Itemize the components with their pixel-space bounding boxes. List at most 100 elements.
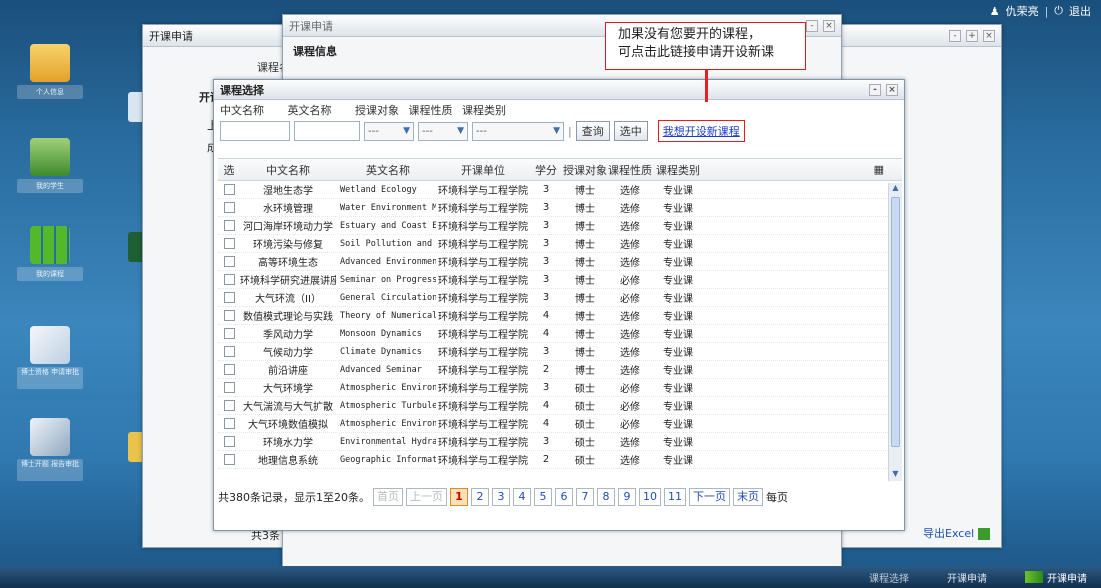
close-button[interactable]: × [983, 29, 995, 42]
row-checkbox[interactable] [218, 219, 240, 232]
cell-category: 专业课 [663, 384, 693, 395]
page-number-button[interactable]: 1 [450, 488, 468, 506]
row-checkbox[interactable] [218, 453, 240, 466]
table-row[interactable]: 水环境管理 Water Environment Ma 环境科学与工程学院 3 博士 选修 专… [218, 199, 902, 217]
table-row[interactable]: 气候动力学 Climate Dynamics 环境科学与工程学院 3 博士 选修 专业课 [218, 343, 902, 361]
apply-new-course-link[interactable]: 我想开设新课程 [657, 120, 745, 142]
taskbar: 课程选择 开课申请 开课申请 [0, 566, 1101, 588]
cell-audience: 博士 [575, 186, 595, 197]
close-button[interactable]: × [886, 83, 898, 96]
page-number-button[interactable]: 11 [664, 488, 686, 506]
row-checkbox[interactable] [218, 363, 240, 376]
cell-department: 环境科学与工程学院 [438, 402, 528, 413]
table-row[interactable]: 河口海岸环境动力学 Estuary and Coast En 环境科学与工程学院 3 博… [218, 217, 902, 235]
cell-department: 环境科学与工程学院 [438, 276, 528, 287]
table-row[interactable]: 大气环境学 Atmospheric Environm 环境科学与工程学院 3 硕士 必修 专… [218, 379, 902, 397]
col-header[interactable]: 中文名称 [240, 162, 336, 178]
page-number-button[interactable]: 2 [471, 488, 489, 506]
table-row[interactable]: 前沿讲座 Advanced Seminar 环境科学与工程学院 2 博士 选修 专业课 [218, 361, 902, 379]
page-number-button[interactable]: 5 [534, 488, 552, 506]
category-select[interactable]: --- ▼ [472, 121, 564, 141]
query-button[interactable]: 查询 [575, 121, 610, 141]
minimize-button[interactable]: - [949, 29, 961, 42]
desktop-icon-proposal-approval[interactable]: 博士开题 报告审批 [8, 418, 92, 481]
scroll-down-icon[interactable]: ▼ [889, 469, 902, 481]
table-row[interactable]: 季风动力学 Monsoon Dynamics 环境科学与工程学院 4 博士 选修 专业课 [218, 325, 902, 343]
table-row[interactable]: 数值模式理论与实践 Theory of Numerical 环境科学与工程学院 4 博士… [218, 307, 902, 325]
taskbar-label: 开课申请 [1047, 573, 1087, 585]
logout-link[interactable]: 退出 [1069, 3, 1091, 19]
power-icon[interactable]: ⏻ [1054, 4, 1063, 18]
page-number-button[interactable]: 6 [555, 488, 573, 506]
user-name[interactable]: 仇荣亮 [1006, 3, 1039, 19]
row-checkbox[interactable] [218, 327, 240, 340]
desktop-icon-students[interactable]: 我的学生 [8, 138, 92, 193]
col-header[interactable]: 课程类别 [652, 162, 704, 178]
page-number-button[interactable]: 3 [492, 488, 510, 506]
row-checkbox[interactable] [218, 309, 240, 322]
row-checkbox[interactable] [218, 183, 240, 196]
scroll-thumb[interactable] [891, 197, 900, 447]
row-checkbox[interactable] [218, 237, 240, 250]
table-row[interactable]: 地理信息系统 Geographic Informati 环境科学与工程学院 2 硕士 选修… [218, 451, 902, 469]
page-number-button[interactable]: 7 [576, 488, 594, 506]
taskbar-item-active[interactable]: 开课申请 [1025, 570, 1087, 585]
col-header[interactable]: 学分 [530, 162, 562, 178]
nature-select[interactable]: --- ▼ [418, 121, 468, 141]
table-row[interactable]: 高等环境生态 Advanced Environment 环境科学与工程学院 3 博士 选修… [218, 253, 902, 271]
column-menu-icon[interactable]: ▦ [704, 163, 902, 176]
prev-page-button[interactable]: 上一页 [406, 488, 447, 506]
vertical-scrollbar[interactable]: ▲ ▼ [888, 183, 902, 481]
table-row[interactable]: 大气环境数值模拟 Atmospheric Environm 环境科学与工程学院 4 硕士… [218, 415, 902, 433]
row-checkbox[interactable] [218, 345, 240, 358]
next-page-button[interactable]: 下一页 [689, 488, 730, 506]
cell-en-name: Advanced Environment [340, 256, 436, 267]
col-header[interactable]: 英文名称 [336, 162, 436, 178]
export-excel-button[interactable]: 导出Excel [923, 525, 990, 541]
close-button[interactable]: × [823, 19, 835, 32]
first-page-button[interactable]: 首页 [373, 488, 403, 506]
table-row[interactable]: 大气环流（II） General Circulation 环境科学与工程学院 3 博士 必… [218, 289, 902, 307]
cn-name-input[interactable] [220, 121, 290, 141]
page-number-button[interactable]: 8 [597, 488, 615, 506]
taskbar-item[interactable]: 课程选择 [869, 570, 909, 585]
minimize-button[interactable]: - [806, 19, 818, 32]
minimize-button[interactable]: - [869, 83, 881, 96]
scroll-up-icon[interactable]: ▲ [889, 183, 902, 195]
maximize-button[interactable]: + [966, 29, 978, 42]
row-checkbox[interactable] [218, 291, 240, 304]
last-page-button[interactable]: 末页 [733, 488, 763, 506]
row-checkbox[interactable] [218, 273, 240, 286]
table-row[interactable]: 环境科学研究进展讲座 Seminar on Progress 环境科学与工程学院 3 博… [218, 271, 902, 289]
col-header[interactable]: 授课对象 [562, 162, 608, 178]
cell-en-name: Atmospheric Environm [340, 382, 436, 393]
en-name-input[interactable] [294, 121, 360, 141]
dialog-titlebar[interactable]: 课程选择 - × [214, 80, 904, 100]
row-checkbox[interactable] [218, 417, 240, 430]
row-checkbox[interactable] [218, 255, 240, 268]
cell-category: 专业课 [663, 348, 693, 359]
table-row[interactable]: 大气湍流与大气扩散 Atmospheric Turbulen 环境科学与工程学院 4 硕… [218, 397, 902, 415]
desktop-icon-profile[interactable]: 个人信息 [8, 44, 92, 99]
col-header[interactable]: 开课单位 [436, 162, 530, 178]
row-checkbox[interactable] [218, 381, 240, 394]
cell-credits: 4 [542, 328, 550, 339]
desktop-icon-courses[interactable]: 我的课程 [8, 226, 92, 281]
col-header[interactable]: 课程性质 [608, 162, 652, 178]
cell-en-name: Advanced Seminar [340, 364, 422, 375]
col-header[interactable]: 选 [218, 162, 240, 178]
taskbar-item[interactable]: 开课申请 [947, 570, 987, 585]
table-row[interactable]: 环境污染与修复 Soil Pollution and R 环境科学与工程学院 3 博士 选… [218, 235, 902, 253]
desktop-icon-phd-approval[interactable]: 博士资格 申请审批 [8, 326, 92, 389]
select-button[interactable]: 选中 [613, 121, 648, 141]
row-checkbox[interactable] [218, 435, 240, 448]
page-number-button[interactable]: 9 [618, 488, 636, 506]
row-checkbox[interactable] [218, 201, 240, 214]
audience-select[interactable]: --- ▼ [364, 121, 414, 141]
row-checkbox[interactable] [218, 399, 240, 412]
page-number-button[interactable]: 4 [513, 488, 531, 506]
table-row[interactable]: 环境水力学 Environmental Hydrau 环境科学与工程学院 3 硕士 选修 专… [218, 433, 902, 451]
page-number-button[interactable]: 10 [639, 488, 661, 506]
table-row[interactable]: 湿地生态学 Wetland Ecology 环境科学与工程学院 3 博士 选修 专业课 [218, 181, 902, 199]
top-user-bar: ♟ 仇荣亮 | ⏻ 退出 [990, 0, 1101, 22]
